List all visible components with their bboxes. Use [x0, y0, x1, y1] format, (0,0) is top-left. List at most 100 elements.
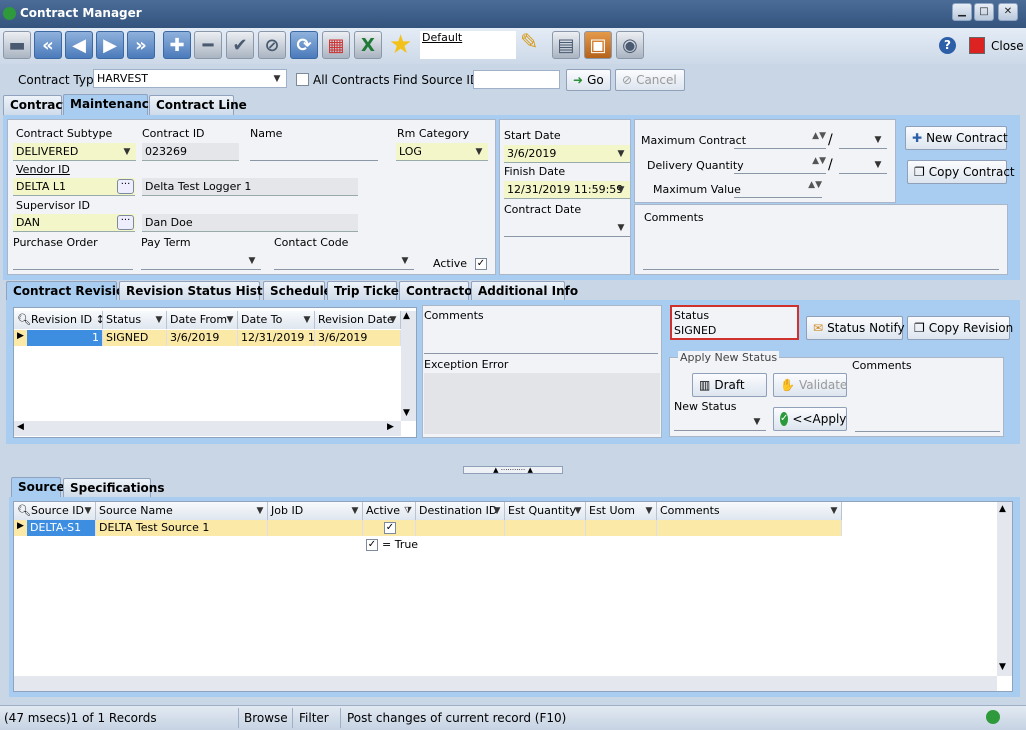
last-record-button[interactable]: » — [127, 31, 155, 59]
col-source-id[interactable]: 🔍︎Source ID ▼ — [14, 502, 96, 520]
col-comments[interactable]: Comments ▼ — [657, 502, 842, 520]
col-est-uom[interactable]: Est Uom ▼ — [586, 502, 657, 520]
tab-maintenance[interactable]: Maintenance — [63, 94, 157, 115]
minimize-button[interactable]: ▁ — [952, 3, 972, 21]
refresh-button[interactable]: ⟳ — [290, 31, 318, 59]
tab-contractor[interactable]: Contractor — [399, 281, 478, 300]
col-job-id[interactable]: Job ID ▼ — [268, 502, 363, 520]
col-est-quantity[interactable]: Est Quantity ▼ — [505, 502, 586, 520]
draft-button[interactable]: ▥ Draft — [692, 373, 767, 397]
prev-record-button[interactable]: ◀ — [65, 31, 93, 59]
close-door-icon[interactable] — [969, 37, 985, 54]
col-revision-date[interactable]: Revision Date ▼ — [315, 311, 401, 329]
tab-additional-info[interactable]: Additional Info — [471, 281, 578, 300]
apply-button[interactable]: ✓ <<Apply — [773, 407, 847, 431]
post-button[interactable]: ✔ — [226, 31, 254, 59]
briefcase-button[interactable]: ▣ — [584, 31, 612, 59]
maximize-button[interactable]: □ — [974, 3, 994, 21]
cell-job-id[interactable] — [268, 520, 363, 536]
col-revision-id[interactable]: 🔍︎Revision ID ↕ — [14, 311, 103, 329]
table-row[interactable]: ▶ 1 SIGNED 3/6/2019 12/31/2019 11: 3/6/2… — [14, 330, 401, 346]
view-selector[interactable]: Default — [420, 31, 516, 59]
comments-field[interactable] — [643, 252, 999, 270]
tab-contract[interactable]: Contract — [3, 95, 68, 115]
delivery-qty-uom[interactable]: ▼ — [839, 156, 887, 174]
new-status-select[interactable]: ▼ — [674, 413, 766, 431]
splitter-handle[interactable]: ▲ ··········· ▲ — [463, 466, 563, 474]
delivery-qty-field[interactable]: ▲▼ — [734, 156, 826, 174]
horizontal-scrollbar[interactable] — [14, 676, 997, 691]
table-row[interactable]: ▶ DELTA-S1 DELTA Test Source 1 ✓ — [14, 520, 842, 536]
grid-export-button[interactable]: ▦ — [322, 31, 350, 59]
supervisor-lookup-button[interactable]: ··· — [117, 215, 134, 230]
contract-id-field[interactable]: 023269 — [142, 143, 239, 161]
cell-status[interactable]: SIGNED — [103, 330, 167, 346]
cell-est-quantity[interactable] — [505, 520, 586, 536]
max-contract-uom[interactable]: ▼ — [839, 131, 887, 149]
go-button[interactable]: ➜ Go — [566, 69, 611, 91]
name-field[interactable] — [250, 143, 378, 161]
col-active[interactable]: Active ⧩ — [363, 502, 416, 520]
cell-active[interactable]: ✓ — [363, 520, 416, 536]
all-contracts-checkbox[interactable] — [296, 73, 309, 86]
cell-est-uom[interactable] — [586, 520, 657, 536]
cell-source-name[interactable]: DELTA Test Source 1 — [96, 520, 268, 536]
next-record-button[interactable]: ▶ — [96, 31, 124, 59]
rm-category-select[interactable]: LOG ▼ — [396, 143, 488, 161]
contract-date-field[interactable]: ▼ — [504, 219, 630, 237]
contract-type-select[interactable]: HARVEST ▼ — [93, 69, 287, 88]
first-record-button[interactable]: « — [34, 31, 62, 59]
new-contract-button[interactable]: ✚ New Contract — [905, 126, 1008, 150]
col-destination-id[interactable]: Destination ID ▼ — [416, 502, 505, 520]
find-source-input[interactable] — [473, 70, 560, 89]
pay-term-select[interactable]: ▼ — [141, 252, 261, 270]
validate-button[interactable]: ✋ Validate — [773, 373, 847, 397]
vendor-id-label[interactable]: Vendor ID — [16, 163, 70, 176]
insert-button[interactable]: ✚ — [163, 31, 191, 59]
cancel-edit-button[interactable]: ⊘ — [258, 31, 286, 59]
copy-revision-button[interactable]: ❐ Copy Revision — [907, 316, 1013, 340]
pencil-icon[interactable]: ✎ — [520, 30, 538, 55]
max-contract-field[interactable]: ▲▼ — [734, 131, 826, 149]
vertical-scrollbar[interactable]: ▲ ▼ — [401, 311, 416, 421]
camera-button[interactable]: ◉ — [616, 31, 644, 59]
tab-source[interactable]: Source — [11, 477, 65, 497]
col-date-from[interactable]: Date From ▼ — [167, 311, 238, 329]
contact-code-select[interactable]: ▼ — [274, 252, 414, 270]
cell-source-id[interactable]: DELTA-S1 — [27, 520, 96, 536]
collapse-button[interactable]: ▬ — [3, 31, 31, 59]
finish-date-field[interactable]: 12/31/2019 11:59:59 ▼ — [504, 181, 630, 199]
cell-comments[interactable] — [657, 520, 842, 536]
apply-comments-field[interactable] — [855, 414, 1000, 432]
close-label[interactable]: Close — [991, 39, 1024, 53]
tab-contract-line[interactable]: Contract Line — [149, 95, 247, 115]
excel-export-button[interactable]: X — [354, 31, 382, 59]
subtype-select[interactable]: DELIVERED ▼ — [13, 143, 136, 161]
vertical-scrollbar[interactable]: ▲ ▼ — [997, 502, 1012, 676]
cell-date-from[interactable]: 3/6/2019 — [167, 330, 238, 346]
view-name[interactable]: Default — [422, 31, 462, 44]
cancel-search-button[interactable]: ⊘ Cancel — [615, 69, 685, 91]
window-close-button[interactable]: ✕ — [998, 3, 1018, 21]
col-source-name[interactable]: Source Name ▼ — [96, 502, 268, 520]
active-checkbox[interactable]: ✓ — [475, 258, 487, 270]
active-check-icon[interactable]: ✓ — [384, 522, 396, 534]
start-date-field[interactable]: 3/6/2019 ▼ — [504, 145, 630, 163]
delete-button[interactable]: ━ — [194, 31, 222, 59]
cell-date-to[interactable]: 12/31/2019 11: — [238, 330, 315, 346]
cell-destination-id[interactable] — [416, 520, 505, 536]
status-notify-button[interactable]: ✉ Status Notify — [806, 316, 905, 340]
purchase-order-field[interactable] — [13, 252, 133, 270]
tab-contract-revision[interactable]: Contract Revision — [6, 281, 133, 300]
tab-revision-status-history[interactable]: Revision Status History — [119, 281, 285, 300]
cell-revision-date[interactable]: 3/6/2019 — [315, 330, 401, 346]
tab-trip-ticket[interactable]: Trip Ticket — [327, 281, 405, 300]
cell-revision-id[interactable]: 1 — [27, 330, 103, 346]
vendor-lookup-button[interactable]: ··· — [117, 179, 134, 194]
max-value-field[interactable]: ▲▼ — [734, 180, 822, 198]
filter-check-icon[interactable]: ✓ — [366, 539, 378, 551]
col-date-to[interactable]: Date To ▼ — [238, 311, 315, 329]
tab-schedule[interactable]: Schedule — [263, 281, 332, 300]
tab-specifications[interactable]: Specifications — [63, 478, 164, 497]
col-status[interactable]: Status ▼ — [103, 311, 167, 329]
